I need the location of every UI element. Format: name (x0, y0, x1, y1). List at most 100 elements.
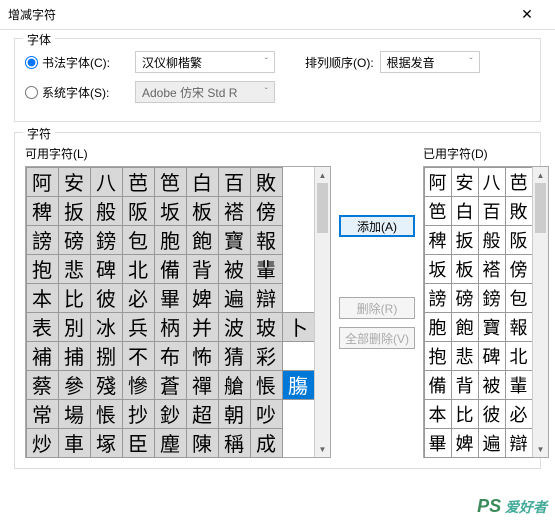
char-cell[interactable]: 陳 (186, 428, 219, 458)
scroll-thumb[interactable] (535, 183, 546, 233)
char-cell[interactable]: 波 (218, 312, 251, 342)
char-cell[interactable]: 婢 (186, 283, 219, 313)
char-cell[interactable]: 褡 (478, 254, 506, 284)
available-grid[interactable]: 阿安八芭笆白百敗稗扳般阪坂板褡傍謗磅鎊包胞飽寶報抱悲碑北備背被輩本比彼必畢婢遍辯… (26, 167, 314, 457)
char-cell[interactable]: 車 (58, 428, 91, 458)
char-cell[interactable]: 傍 (505, 254, 533, 284)
char-cell[interactable]: 報 (505, 312, 533, 342)
char-cell[interactable]: 炒 (26, 428, 59, 458)
sort-order-select[interactable]: 根据发音 ˇ (380, 51, 480, 73)
char-cell[interactable]: 被 (218, 254, 251, 284)
char-cell[interactable]: 般 (90, 196, 123, 226)
char-cell[interactable]: 玻 (250, 312, 283, 342)
char-cell[interactable]: 被 (478, 370, 506, 400)
char-cell[interactable]: 扳 (58, 196, 91, 226)
char-cell[interactable]: 表 (26, 312, 59, 342)
char-cell[interactable]: 別 (58, 312, 91, 342)
char-cell[interactable]: 辯 (250, 283, 283, 313)
char-cell[interactable]: 抱 (26, 254, 59, 284)
char-cell[interactable]: 畢 (154, 283, 187, 313)
char-cell[interactable]: 備 (424, 370, 452, 400)
calligraphy-radio[interactable]: 书法字体(C): (25, 54, 135, 71)
char-cell[interactable]: 怖 (186, 341, 219, 371)
calligraphy-font-select[interactable]: 汉仪柳楷繁 ˇ (135, 51, 275, 73)
char-cell[interactable]: 輩 (250, 254, 283, 284)
char-cell[interactable]: 寶 (218, 225, 251, 255)
char-cell[interactable]: 兵 (122, 312, 155, 342)
char-cell[interactable]: 膓 (282, 370, 315, 400)
char-cell[interactable]: 猜 (218, 341, 251, 371)
char-cell[interactable]: 鎊 (478, 283, 506, 313)
char-cell[interactable]: 本 (26, 283, 59, 313)
char-cell[interactable]: 遍 (218, 283, 251, 313)
char-cell[interactable]: 坂 (154, 196, 187, 226)
char-cell[interactable]: 辯 (505, 428, 533, 458)
char-cell[interactable]: 本 (424, 399, 452, 429)
char-cell[interactable]: 北 (122, 254, 155, 284)
char-cell[interactable]: 百 (218, 167, 251, 197)
scroll-up-icon[interactable]: ▲ (533, 167, 548, 183)
char-cell[interactable]: 抄 (122, 399, 155, 429)
add-button[interactable]: 添加(A) (339, 215, 415, 237)
char-cell[interactable]: 捌 (90, 341, 123, 371)
char-cell[interactable]: 婢 (451, 428, 479, 458)
scroll-down-icon[interactable]: ▼ (315, 441, 330, 457)
char-cell[interactable]: 寶 (478, 312, 506, 342)
char-cell[interactable]: 芭 (505, 167, 533, 197)
char-cell[interactable]: 塵 (154, 428, 187, 458)
char-cell[interactable]: 場 (58, 399, 91, 429)
char-cell[interactable]: 畢 (424, 428, 452, 458)
char-cell[interactable]: 胞 (154, 225, 187, 255)
char-cell[interactable]: 褡 (218, 196, 251, 226)
char-cell[interactable]: 艙 (218, 370, 251, 400)
char-cell[interactable]: 阪 (122, 196, 155, 226)
char-cell[interactable]: 參 (58, 370, 91, 400)
calligraphy-radio-input[interactable] (25, 56, 38, 69)
char-cell[interactable]: 碑 (478, 341, 506, 371)
char-cell[interactable]: 北 (505, 341, 533, 371)
char-cell[interactable]: 報 (250, 225, 283, 255)
char-cell[interactable]: 敗 (505, 196, 533, 226)
char-cell[interactable]: 阿 (424, 167, 452, 197)
close-button[interactable]: ✕ (507, 0, 547, 30)
char-cell[interactable]: 坂 (424, 254, 452, 284)
char-cell[interactable]: 必 (122, 283, 155, 313)
char-cell[interactable]: 必 (505, 399, 533, 429)
char-cell[interactable]: 遍 (478, 428, 506, 458)
char-cell[interactable]: 笆 (154, 167, 187, 197)
char-cell[interactable]: 板 (451, 254, 479, 284)
char-cell[interactable]: 芭 (122, 167, 155, 197)
char-cell[interactable]: 輩 (505, 370, 533, 400)
system-radio[interactable]: 系统字体(S): (25, 84, 135, 101)
available-scrollbar[interactable]: ▲ ▼ (314, 167, 330, 457)
char-cell[interactable]: 安 (58, 167, 91, 197)
char-cell[interactable]: 彩 (250, 341, 283, 371)
char-cell[interactable]: 悲 (451, 341, 479, 371)
char-cell[interactable]: 阪 (505, 225, 533, 255)
scroll-up-icon[interactable]: ▲ (315, 167, 330, 183)
char-cell[interactable]: 臣 (122, 428, 155, 458)
char-cell[interactable]: 磅 (451, 283, 479, 313)
char-cell[interactable]: 卜 (282, 312, 315, 342)
char-cell[interactable]: 八 (90, 167, 123, 197)
char-cell[interactable]: 禪 (186, 370, 219, 400)
char-cell[interactable]: 傍 (250, 196, 283, 226)
char-cell[interactable]: 并 (186, 312, 219, 342)
char-cell[interactable]: 殘 (90, 370, 123, 400)
scroll-thumb[interactable] (317, 183, 328, 233)
char-cell[interactable]: 吵 (250, 399, 283, 429)
char-cell[interactable]: 扳 (451, 225, 479, 255)
char-cell[interactable]: 塚 (90, 428, 123, 458)
char-cell[interactable]: 比 (451, 399, 479, 429)
char-cell[interactable]: 稱 (218, 428, 251, 458)
char-cell[interactable]: 蒼 (154, 370, 187, 400)
char-cell[interactable]: 胞 (424, 312, 452, 342)
char-cell[interactable]: 包 (122, 225, 155, 255)
char-cell[interactable]: 常 (26, 399, 59, 429)
system-radio-input[interactable] (25, 86, 38, 99)
char-cell[interactable]: 笆 (424, 196, 452, 226)
char-cell[interactable]: 板 (186, 196, 219, 226)
char-cell[interactable]: 白 (186, 167, 219, 197)
char-cell[interactable]: 悲 (58, 254, 91, 284)
char-cell[interactable]: 百 (478, 196, 506, 226)
